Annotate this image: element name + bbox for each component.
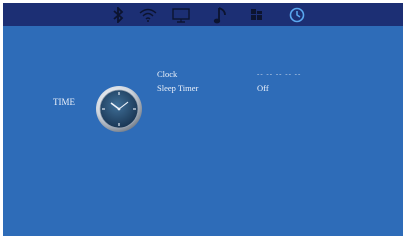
clock-face-icon <box>96 86 142 132</box>
tab-time[interactable] <box>286 5 308 25</box>
clock-value: -- -- -- -- -- <box>257 70 302 78</box>
top-tab-bar <box>3 3 403 26</box>
grid-settings-icon <box>251 9 262 20</box>
tab-audio[interactable] <box>209 5 231 25</box>
time-settings-screen: TIME Clock -- -- -- -- -- Sleep Timer Of… <box>3 3 403 236</box>
monitor-icon <box>172 7 190 23</box>
tab-bluetooth[interactable] <box>107 5 129 25</box>
sleep-timer-label[interactable]: Sleep Timer <box>157 83 198 93</box>
tab-system[interactable] <box>246 5 268 25</box>
tab-wifi[interactable] <box>137 5 159 25</box>
clock-label[interactable]: Clock <box>157 69 177 79</box>
tab-display[interactable] <box>170 5 192 25</box>
sleep-timer-value[interactable]: Off <box>257 83 269 93</box>
bluetooth-icon <box>113 7 124 23</box>
section-title: TIME <box>53 97 75 107</box>
wifi-icon <box>139 8 157 22</box>
clock-icon <box>289 7 305 23</box>
music-note-icon <box>213 6 226 23</box>
